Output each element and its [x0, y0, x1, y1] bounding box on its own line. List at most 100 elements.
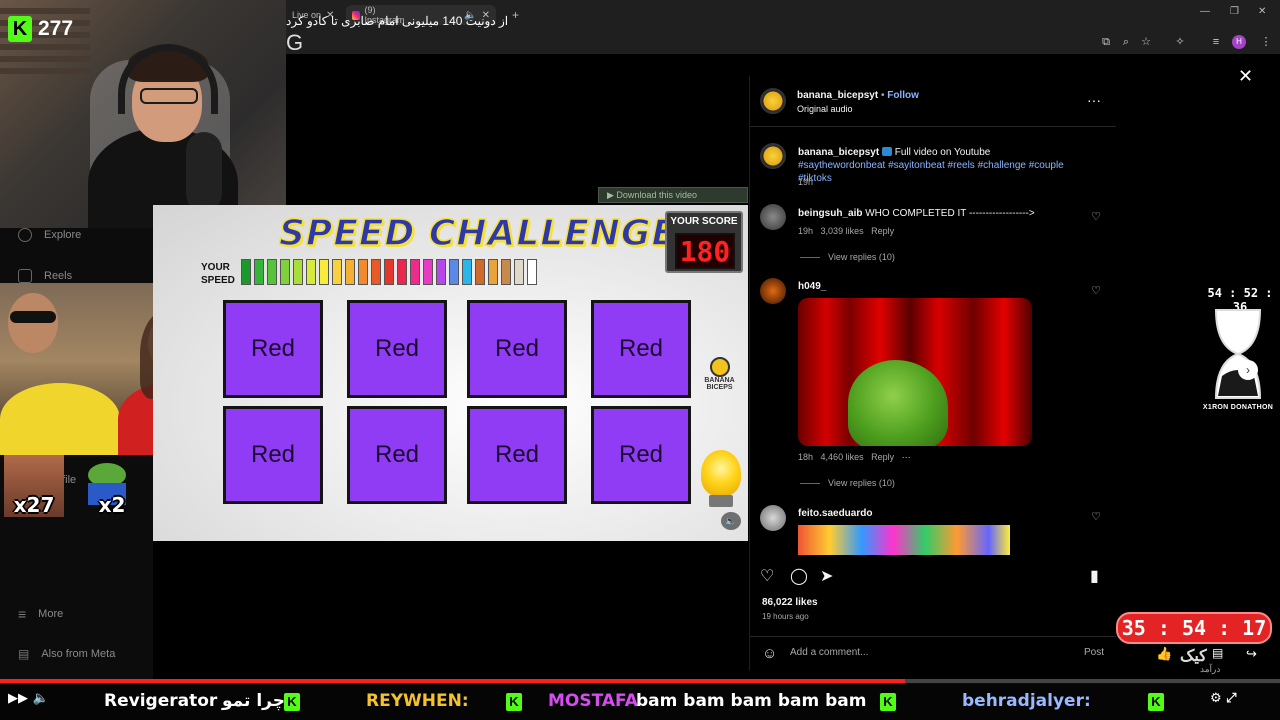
- multiplier-label: x2: [98, 493, 126, 517]
- color-tile: Red: [467, 300, 567, 398]
- comment-options-icon[interactable]: ···: [902, 452, 911, 462]
- reply-button[interactable]: Reply: [871, 226, 894, 236]
- author-name[interactable]: banana_bicepsyt: [797, 90, 878, 101]
- speed-meter-bar: [254, 259, 264, 285]
- bookmark-star-icon[interactable]: ☆: [1138, 34, 1154, 50]
- like-comment-heart-icon[interactable]: ♡: [1091, 284, 1101, 297]
- thumbs-up-icon[interactable]: 👍: [1156, 646, 1172, 662]
- follow-button[interactable]: Follow: [887, 90, 919, 101]
- comment-gif-kermit[interactable]: [798, 298, 1032, 446]
- menu-icon: ≡: [18, 606, 27, 622]
- color-tile: Red: [467, 406, 567, 504]
- play-icon[interactable]: ▶▶ 🔈: [8, 691, 49, 706]
- comment-time: 18h: [798, 452, 814, 462]
- emoji-icon[interactable]: ☺: [762, 645, 777, 662]
- mute-icon[interactable]: 🔈: [721, 512, 741, 530]
- install-app-icon[interactable]: ⧉: [1098, 34, 1114, 50]
- view-replies-label: View replies (10): [828, 478, 895, 488]
- color-tile: Red: [223, 300, 323, 398]
- comment-input[interactable]: [790, 647, 1030, 658]
- minimize-icon[interactable]: —: [1200, 6, 1210, 17]
- nav-explore[interactable]: Explore: [18, 228, 81, 242]
- comment-meta: 18h 4,460 likes Reply ···: [798, 452, 911, 462]
- view-replies-button[interactable]: View replies (10): [800, 478, 895, 488]
- speed-meter-bar: [371, 259, 381, 285]
- download-video-bar[interactable]: ▶ Download this video: [598, 187, 748, 203]
- browser-address-bar: G ⧉ ⌕ ☆ ✧ ≡ H ⋮: [286, 30, 1280, 55]
- viewer-count: 277: [38, 17, 74, 40]
- banana-logo-icon: [709, 357, 730, 377]
- reel-video-player[interactable]: SPEED CHALLENGE YOUR SPEED YOUR SCORE 18…: [153, 205, 748, 541]
- kick-persian-label: کیک: [1180, 648, 1207, 665]
- settings-gear-icon[interactable]: ⚙ ⤢: [1210, 691, 1237, 706]
- window-close-icon[interactable]: ✕: [1258, 6, 1266, 17]
- post-time: 19 hours ago: [762, 612, 809, 621]
- like-heart-icon[interactable]: ♡: [760, 566, 774, 586]
- comment-author[interactable]: beingsuh_aib: [798, 208, 862, 219]
- profile-avatar-icon[interactable]: H: [1232, 35, 1246, 49]
- countdown-timer: 35 : 54 : 17: [1116, 612, 1272, 644]
- post-likes[interactable]: 86,022 likes: [762, 597, 818, 608]
- avatar[interactable]: [760, 204, 786, 230]
- reels-icon: [18, 269, 32, 283]
- share-arrow-icon[interactable]: ↪: [1246, 646, 1257, 662]
- kick-viewer-badge: K 277: [8, 16, 73, 42]
- next-chevron-icon[interactable]: ›: [1238, 360, 1258, 380]
- speed-meter-bar: [436, 259, 446, 285]
- reply-button[interactable]: Reply: [871, 452, 894, 462]
- score-label: YOUR SCORE: [670, 216, 738, 227]
- ticker-item: MOSTAFA: [548, 691, 638, 711]
- avatar[interactable]: [760, 505, 786, 531]
- audio-label[interactable]: Original audio: [797, 104, 853, 114]
- compass-icon: [18, 228, 32, 242]
- comment-author[interactable]: h049_: [798, 281, 826, 292]
- download-label: Download this video: [616, 190, 697, 200]
- video-progress-bar[interactable]: [0, 679, 1280, 683]
- comment-icon[interactable]: ◯: [790, 566, 808, 586]
- kick-persian-sublabel: درآمد: [1200, 664, 1221, 674]
- comment-square-icon[interactable]: ▤: [1212, 646, 1223, 660]
- nav-label: Explore: [44, 229, 82, 241]
- nav-reels[interactable]: Reels: [18, 269, 72, 283]
- share-icon[interactable]: ➤: [820, 566, 833, 586]
- reading-list-icon[interactable]: ≡: [1208, 34, 1224, 50]
- speed-meter-bar: [462, 259, 472, 285]
- speed-meter-bar: [488, 259, 498, 285]
- more-menu-icon[interactable]: ⋮: [1258, 34, 1274, 50]
- comment-author[interactable]: feito.saeduardo: [798, 508, 872, 519]
- comment-likes[interactable]: 3,039 likes: [821, 226, 864, 236]
- speed-meter-bar: [501, 259, 511, 285]
- kick-badge-icon: K: [880, 693, 896, 711]
- more-options-icon[interactable]: ···: [1087, 92, 1101, 108]
- caption-hashtags[interactable]: #saythewordonbeat #sayitonbeat #reels #c…: [798, 160, 1064, 184]
- like-comment-heart-icon[interactable]: ♡: [1091, 210, 1101, 223]
- restore-icon[interactable]: ❐: [1230, 6, 1239, 17]
- comment-image[interactable]: [798, 525, 1010, 555]
- close-reel-icon[interactable]: ✕: [1238, 66, 1253, 87]
- post-author[interactable]: banana_bicepsyt • Follow: [797, 90, 919, 101]
- donation-banner-text: از دونیت 140 میلیونی امام صابری تا کادو …: [286, 14, 509, 28]
- new-tab-button[interactable]: +: [506, 5, 525, 25]
- avatar[interactable]: [760, 143, 786, 169]
- comment-text: beingsuh_aib WHO COMPLETED IT ----------…: [798, 207, 1035, 220]
- speed-meter-bar: [241, 259, 251, 285]
- avatar[interactable]: [760, 88, 786, 114]
- ticker-item: Revigerator: [104, 691, 218, 711]
- google-logo-icon: G: [286, 30, 304, 55]
- avatar[interactable]: [760, 278, 786, 304]
- speed-meter-bar: [306, 259, 316, 285]
- view-replies-button[interactable]: View replies (10): [800, 252, 895, 262]
- hourglass-icon: [1214, 309, 1262, 399]
- post-comment-button[interactable]: Post: [1084, 647, 1104, 658]
- ticker-item: REYWHEN:: [366, 691, 469, 711]
- caption-author[interactable]: banana_bicepsyt: [798, 147, 879, 158]
- like-comment-heart-icon[interactable]: ♡: [1091, 510, 1101, 523]
- zoom-icon[interactable]: ⌕: [1118, 34, 1134, 50]
- nav-more[interactable]: ≡ More: [18, 606, 63, 622]
- bookmark-icon[interactable]: ▮: [1090, 566, 1099, 586]
- color-tile: Red: [591, 406, 691, 504]
- extensions-icon[interactable]: ✧: [1172, 34, 1188, 50]
- comment-likes[interactable]: 4,460 likes: [821, 452, 864, 462]
- color-tile: Red: [591, 300, 691, 398]
- nav-also-from-meta[interactable]: ▤ Also from Meta: [18, 647, 115, 661]
